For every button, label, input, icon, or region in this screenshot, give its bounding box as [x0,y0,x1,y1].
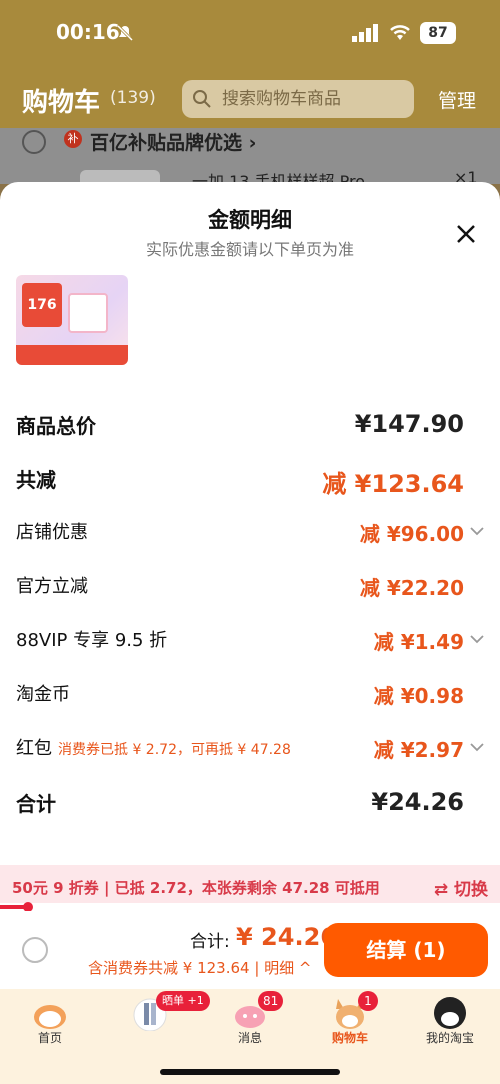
row-red-packet[interactable]: 红包 消费券已抵 ¥ 2.72，可再抵 ¥ 47.28 减 ¥2.97 [16,734,484,764]
wifi-icon [390,25,410,40]
cart-count: (139) [110,88,156,108]
row-label: 商品总价 [16,414,96,438]
checkout-button[interactable]: 结算 (1) [324,923,488,977]
row-total-price: 商品总价 ¥147.90 [16,410,484,440]
bell-mute-icon [116,24,134,42]
search-input[interactable]: 搜索购物车商品 [182,80,414,118]
row-vip-discount[interactable]: 88VIP 专享 9.5 折 减 ¥1.49 [16,626,484,656]
product-banner [16,345,128,365]
row-value: 减 ¥96.00 [359,522,464,546]
status-time: 00:16 [56,20,120,44]
row-value: 减 ¥1.49 [373,630,464,654]
tab-label: 我的淘宝 [425,1031,474,1045]
tab-cart[interactable]: 1 购物车 [300,989,400,1049]
row-value: 减 ¥22.20 [359,576,464,600]
row-label: 官方立减 [16,576,88,597]
red-packet-note: 消费券已抵 ¥ 2.72，可再抵 ¥ 47.28 [58,742,291,758]
row-total-discount: 共减 减 ¥123.64 [16,464,484,498]
home-indicator [160,1069,340,1075]
cart-badge: 1 [358,991,378,1011]
manage-button[interactable]: 管理 [438,86,476,113]
chevron-down-icon[interactable] [470,526,484,536]
store-checkbox[interactable] [22,130,46,154]
row-official-discount: 官方立减 减 ¥22.20 [16,572,484,602]
my-taobao-avatar-icon [434,997,466,1029]
chevron-down-icon[interactable] [470,742,484,752]
coupon-text: 50元 9 折券 | 已抵 2.72，本张券剩余 47.28 可抵用 [12,879,380,897]
discount-detail-toggle[interactable]: 含消费券共减 ¥ 123.64 | 明细 ^ [88,957,312,978]
chevron-down-icon[interactable] [470,634,484,644]
row-label: 合计 [16,792,56,816]
amount-detail-sheet: 金额明细 实际优惠金额请以下单页为准 176 商品总价 ¥147.90 共减 减… [0,182,500,865]
row-value: ¥147.90 [354,410,464,438]
cart-title: 购物车 [22,88,101,118]
row-shop-discount[interactable]: 店铺优惠 减 ¥96.00 [16,518,484,548]
status-bar: 00:16 87 [0,0,500,66]
checkout-bar: 合计: ¥ 24.26 含消费券共减 ¥ 123.64 | 明细 ^ 结算 (1… [0,911,500,989]
sheet-subtitle: 实际优惠金额请以下单页为准 [145,240,354,259]
row-value: ¥24.26 [371,788,464,816]
row-grand-total: 合计 ¥24.26 [16,788,484,818]
tab-messages[interactable]: 81 消息 [200,989,300,1049]
red-packet-label: 红包 [16,738,52,759]
select-all-checkbox[interactable] [22,937,48,963]
total-value: ¥ 24.26 [236,923,337,951]
row-taobao-coins: 淘金币 减 ¥0.98 [16,680,484,710]
home-icon [34,1005,66,1029]
store-label[interactable]: 百亿补贴品牌优选 › [90,128,256,155]
row-label: 淘金币 [16,684,70,705]
price-tag: 176 [22,283,62,327]
close-icon[interactable] [454,222,478,246]
sheet-title: 金额明细 [208,208,292,232]
switch-coupon-button[interactable]: ⇄ 切换 [434,875,488,900]
row-label: 红包 消费券已抵 ¥ 2.72，可再抵 ¥ 47.28 [16,734,291,760]
tab-label: 首页 [37,1031,62,1045]
product-box [68,293,108,333]
row-label: 店铺优惠 [16,522,88,543]
search-icon [193,90,211,108]
subsidy-badge: 补 [64,130,82,148]
search-placeholder: 搜索购物车商品 [222,89,341,109]
tab-share-order[interactable]: 晒单 +1 [100,989,210,1049]
total-label: 合计: [190,932,230,952]
product-image: 176 [16,275,128,365]
row-value: 减 ¥0.98 [373,684,464,708]
row-value: 减 ¥123.64 [322,470,464,498]
coupon-progress [0,902,500,912]
tab-label: 购物车 [331,1031,368,1045]
battery-indicator: 87 [420,22,456,44]
tab-label: 消息 [237,1031,262,1045]
row-label: 共减 [16,468,56,492]
tab-home[interactable]: 首页 [0,989,100,1049]
store-row: 补 百亿补贴品牌优选 › 一加 13 手机样样超 Pro ×1 [0,128,500,191]
signal-icon [352,24,378,42]
tab-my-taobao[interactable]: 我的淘宝 [400,989,500,1049]
messages-badge: 81 [258,991,284,1011]
cart-header: 购物车 (139) 搜索购物车商品 管理 [0,66,500,128]
row-value: 减 ¥2.97 [373,738,464,762]
row-label: 88VIP 专享 9.5 折 [16,630,168,651]
